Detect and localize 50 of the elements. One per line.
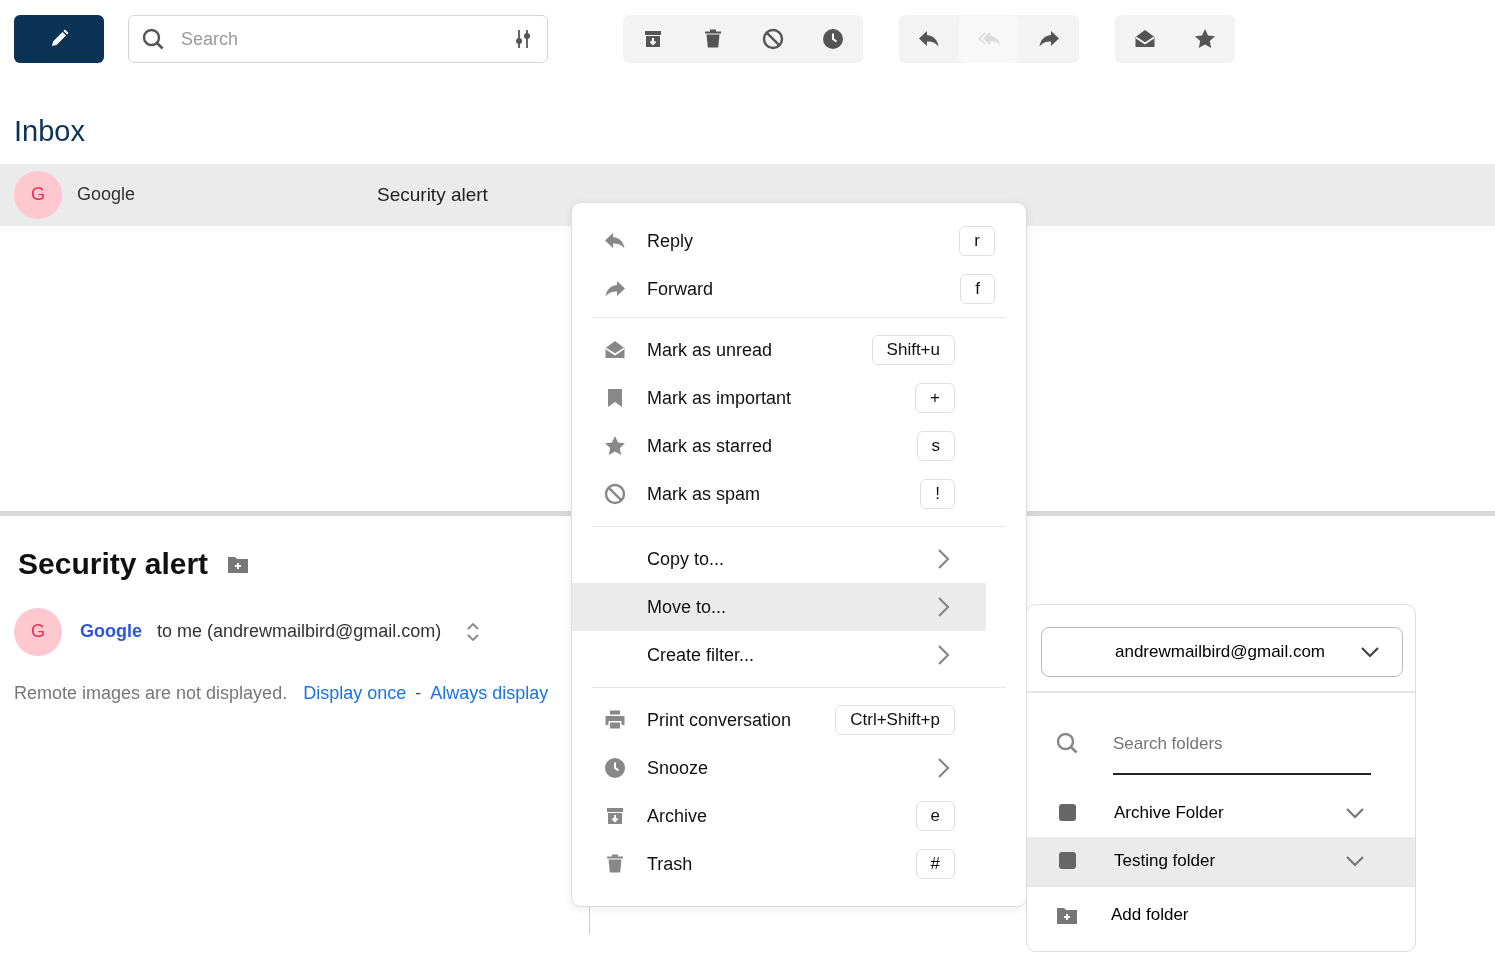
menu-item[interactable]: Archive e [572,792,986,840]
shortcut-key: r [959,226,995,256]
menu-item[interactable]: Mark as starred s [572,422,986,470]
folder-square-icon [1059,804,1076,821]
menu-item[interactable]: Copy to... [572,535,986,583]
folder-square-icon [1059,852,1076,869]
avatar: G [14,607,62,656]
folder-item[interactable]: Archive Folder [1027,788,1415,837]
menu-item[interactable]: Mark as spam ! [572,470,986,518]
menu-item[interactable]: Snooze [572,744,986,792]
menu-item[interactable]: Create filter... [572,631,986,679]
sender-link[interactable]: Google [80,618,142,646]
menu-item[interactable]: Move to... [572,583,986,631]
clock-icon [603,756,627,780]
link-separator: - [415,681,422,705]
search-icon [1055,731,1079,755]
account-dropdown[interactable]: andrewmailbird@gmail.com [1041,627,1403,677]
shortcut-key: # [915,849,955,879]
add-folder-button[interactable]: Add folder [1027,884,1415,943]
menu-item[interactable]: Forward f [572,265,1026,313]
email-subject: Security alert [18,545,209,582]
spam-icon [761,27,785,51]
message-subject: Security alert [377,182,488,207]
clock-icon [821,27,845,51]
printer-icon [603,708,627,732]
compose-button[interactable] [14,15,104,63]
shortcut-key: e [915,801,955,831]
menu-item[interactable]: Mark as unread Shift+u [572,326,986,374]
search-icon [141,27,165,51]
menu-item[interactable]: Mark as important + [572,374,986,422]
folder-title: Inbox [14,114,86,149]
search-field[interactable]: Search [128,15,548,63]
shortcut-key: Ctrl+Shift+p [835,705,955,735]
menu-item[interactable]: Trash # [572,840,986,888]
star-icon [1193,27,1217,51]
shortcut-key: + [915,383,955,413]
avatar: G [14,170,62,219]
spam-icon [603,482,627,506]
notice-text: Remote images are not displayed. [14,681,288,705]
display-link[interactable]: Display once [303,679,407,707]
shortcut-key: Shift+u [871,335,955,365]
display-link[interactable]: Always display [430,679,549,707]
recipient-text: to me (andrewmailbird@gmail.com) [157,620,442,644]
shortcut-key: s [916,431,955,461]
star-icon [603,434,627,458]
sender-name: Google [77,183,137,207]
folder-item[interactable]: Testing folder [1027,836,1415,885]
shortcut-key: ! [920,479,955,509]
menu-item[interactable]: Print conversation Ctrl+Shift+p [572,696,986,744]
shortcut-key: f [960,274,995,304]
